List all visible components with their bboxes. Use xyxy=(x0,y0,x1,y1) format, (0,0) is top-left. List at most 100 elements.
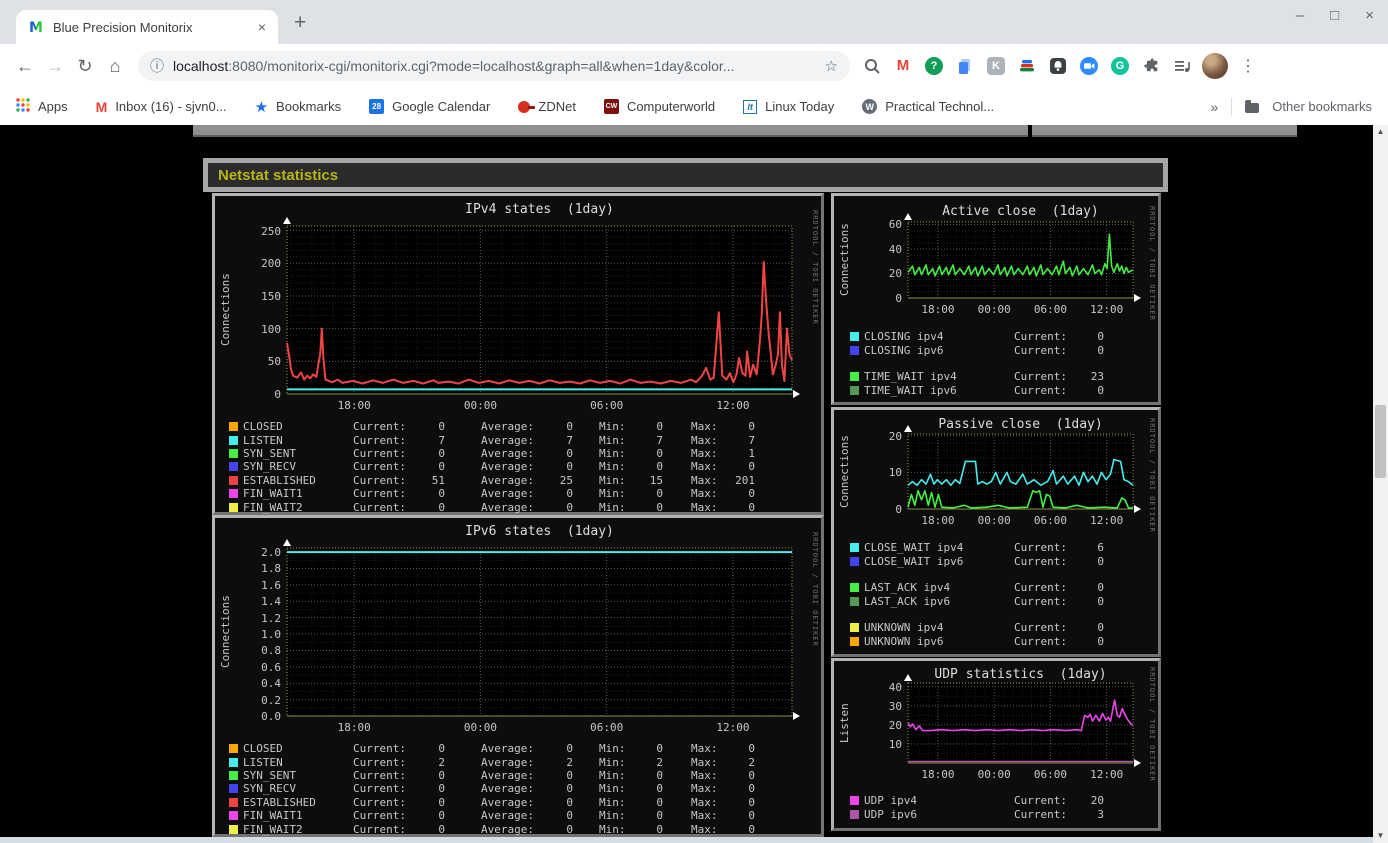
x-tick-label: 00:00 xyxy=(463,721,497,734)
bookmark-item-inbox-16-sjvn0[interactable]: M Inbox (16) - sjvn0... xyxy=(96,99,227,114)
extensions-row: M? K G xyxy=(862,56,1192,76)
legend-row: ESTABLISHED Current: 0 Average: 0 Min: 0 Max: 0 xyxy=(215,796,821,809)
bookmark-item-bookmarks[interactable]: ★ Bookmarks xyxy=(255,98,341,116)
y-tick-label: 10 xyxy=(888,737,902,751)
legend-swatch xyxy=(850,345,859,355)
legend-stat-label: Max: xyxy=(691,446,718,460)
legend-stat-label: Min: xyxy=(599,433,626,447)
reload-icon[interactable]: ↻ xyxy=(70,56,100,77)
udp_statistics-graph-image[interactable]: UDP statistics (1day) Listen RRDTOOL / TOB… xyxy=(834,661,1158,828)
bookmark-item-linux-today[interactable]: lt Linux Today xyxy=(743,99,834,114)
scrollbar-down-icon[interactable]: ▼ xyxy=(1373,829,1388,843)
maximize-button[interactable]: □ xyxy=(1330,7,1339,24)
other-bookmarks-label[interactable]: Other bookmarks xyxy=(1272,99,1372,114)
legend-stat-label: Current: xyxy=(1014,807,1067,821)
bookmarks-overflow-chevron[interactable]: » xyxy=(1211,99,1219,115)
legend-stat-value: 0 xyxy=(438,782,445,796)
legend-row: FIN_WAIT2 Current: 0 Average: 0 Min: 0 Max: 0 xyxy=(215,500,821,514)
legend-stat-label: Max: xyxy=(691,755,718,769)
legend-stat-label: Current: xyxy=(353,809,406,823)
bookmarks-list: Apps M Inbox (16) - sjvn0... ★ Bookmarks 28 Go… xyxy=(16,98,1022,116)
bookmarks-bar: Apps M Inbox (16) - sjvn0... ★ Bookmarks 28 Go… xyxy=(0,88,1388,125)
legend-row: TIME_WAIT ipv4 Current: 23 xyxy=(834,370,1158,384)
legend-series-name: ESTABLISHED xyxy=(243,473,316,487)
gray-k-square-extension-icon[interactable]: K xyxy=(986,56,1006,76)
browser-tab[interactable]: M Blue Precision Monitorix × xyxy=(16,10,278,44)
y-tick-label: 100 xyxy=(261,322,281,336)
grammarly-g-extension-icon[interactable]: G xyxy=(1110,56,1130,76)
forward-icon[interactable]: → xyxy=(40,56,70,77)
chrome-menu-icon[interactable]: ⋮ xyxy=(1240,56,1256,76)
home-icon[interactable]: ⌂ xyxy=(100,56,130,77)
legend-stat-value: 0 xyxy=(656,460,663,474)
bookmark-star-icon[interactable]: ☆ xyxy=(825,57,838,75)
legend-stat-value: 0 xyxy=(1097,621,1104,635)
legend-stat-label: Average: xyxy=(481,487,534,501)
legend-row: CLOSE_WAIT ipv4 Current: 6 xyxy=(834,541,1158,555)
tab-close-icon[interactable]: × xyxy=(258,19,266,35)
legend-stat-label: Min: xyxy=(599,755,626,769)
ipv6_states-graph-image[interactable]: IPv6 states (1day) Connections RRDTOOL / T… xyxy=(215,518,821,836)
books-stack-extension-icon[interactable] xyxy=(1017,56,1037,76)
bookmark-item-computerworld[interactable]: CW Computerworld xyxy=(603,99,715,114)
legend-stat-value: 0 xyxy=(748,809,755,823)
bookmark-item-google-calendar[interactable]: 28 Google Calendar xyxy=(369,99,490,114)
bookmark-item-apps[interactable]: Apps xyxy=(16,98,68,115)
x-tick-label: 00:00 xyxy=(977,303,1011,316)
x-tick-label: 00:00 xyxy=(463,399,497,412)
url-path: :8080/monitorix-cgi/monitorix.cgi?mode=l… xyxy=(228,58,735,74)
blue-video-camera-extension-icon[interactable] xyxy=(1079,56,1099,76)
legend-swatch xyxy=(850,556,859,566)
gmail-extension-icon-glyph: M xyxy=(896,57,910,74)
bookmarks-star-icon: ★ xyxy=(254,98,269,116)
legend-row: SYN_RECV Current: 0 Average: 0 Min: 0 Max: 0 xyxy=(215,782,821,795)
legend-stat-label: Min: xyxy=(599,768,626,782)
legend-stat-value: 0 xyxy=(566,809,573,823)
profile-avatar[interactable] xyxy=(1202,53,1228,79)
legend-stat-value: 0 xyxy=(748,420,755,434)
legend-stat-value: 0 xyxy=(656,809,663,823)
legend-row: CLOSING ipv6 Current: 0 xyxy=(834,344,1158,358)
active_close-graph-image[interactable]: Active close (1day) Connections RRDTOOL / … xyxy=(834,196,1158,402)
bookmark-label: Google Calendar xyxy=(392,99,491,114)
dark-bell-square-extension-icon[interactable] xyxy=(1048,56,1068,76)
legend-series-name: FIN_WAIT2 xyxy=(243,500,303,514)
new-tab-button[interactable]: + xyxy=(294,11,306,35)
legend-stat-value: 0 xyxy=(566,446,573,460)
y-tick-label: 1.0 xyxy=(261,628,281,642)
legend-stat-value: 2 xyxy=(656,755,663,769)
extensions-puzzle-icon[interactable] xyxy=(1141,56,1161,76)
legend-stat-value: 0 xyxy=(656,487,663,501)
media-list-icon[interactable] xyxy=(1172,56,1192,76)
search-extension-icon[interactable] xyxy=(862,56,882,76)
address-bar[interactable]: ⓘ localhost:8080/monitorix-cgi/monitorix… xyxy=(138,51,850,81)
scrollbar-up-icon[interactable]: ▲ xyxy=(1373,125,1388,139)
legend-series-name: SYN_RECV xyxy=(243,782,296,796)
x-tick-label: 18:00 xyxy=(921,514,955,527)
page-scrollbar[interactable]: ▲ ▼ xyxy=(1373,125,1388,843)
y-tick-label: 0.6 xyxy=(261,660,281,674)
legend-row: TIME_WAIT ipv6 Current: 0 xyxy=(834,384,1158,398)
back-icon[interactable]: ← xyxy=(10,56,40,77)
green-question-bubble-icon[interactable]: ? xyxy=(924,56,944,76)
blue-pages-extension-icon[interactable] xyxy=(955,56,975,76)
legend-stat-label: Max: xyxy=(691,500,718,514)
y-tick-label: 0 xyxy=(274,388,281,401)
y-tick-label: 40 xyxy=(888,242,902,256)
bookmark-item-practical-technol[interactable]: W Practical Technol... xyxy=(862,99,994,114)
page-info-icon[interactable]: ⓘ xyxy=(150,56,164,76)
legend-stat-value: 7 xyxy=(748,433,755,447)
legend-swatch xyxy=(229,824,238,834)
passive_close-graph-image[interactable]: Passive close (1day) Connections RRDTOOL /… xyxy=(834,410,1158,654)
ipv4_states-graph-image[interactable]: IPv4 states (1day) Connections RRDTOOL / T… xyxy=(215,196,821,514)
scrollbar-thumb[interactable] xyxy=(1375,405,1386,478)
legend-row: FIN_WAIT1 Current: 0 Average: 0 Min: 0 Max: 0 xyxy=(215,487,821,500)
x-tick-label: 12:00 xyxy=(1090,768,1124,781)
y-axis-label: Connections xyxy=(838,435,851,508)
gmail-extension-icon[interactable]: M xyxy=(893,56,913,76)
minimize-button[interactable]: – xyxy=(1296,7,1304,24)
bookmark-item-zdnet[interactable]: ZDNet xyxy=(518,99,576,114)
bookmark-label: Bookmarks xyxy=(276,99,342,114)
close-button[interactable]: × xyxy=(1365,7,1374,24)
legend-swatch xyxy=(229,475,238,485)
